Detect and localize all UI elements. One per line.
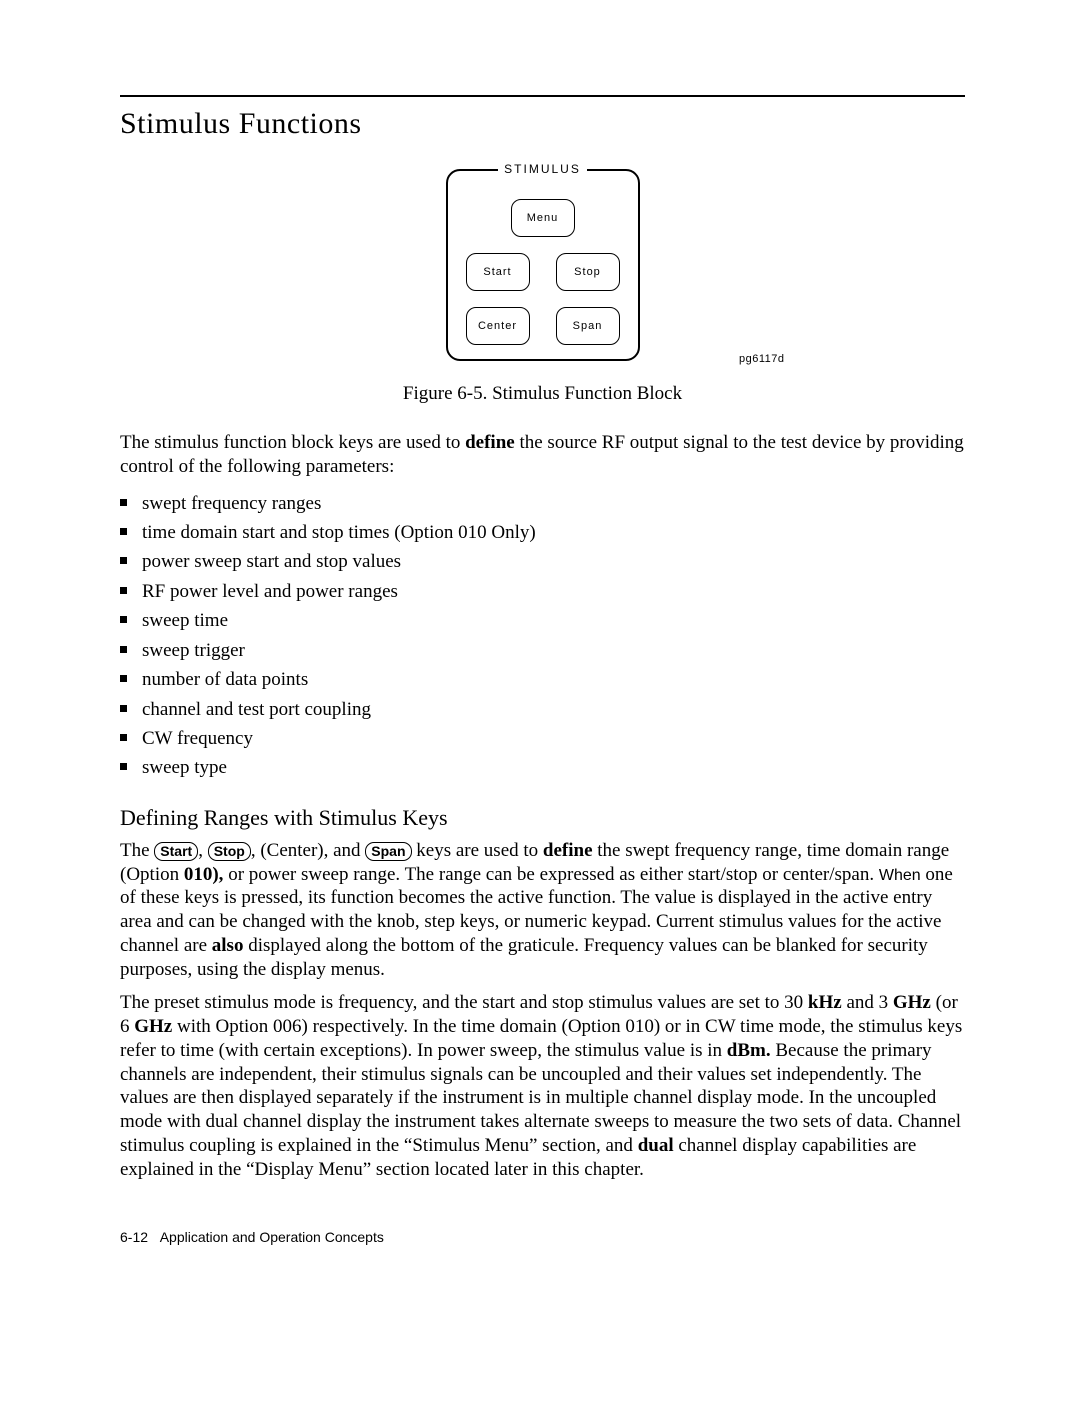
footer-section-label: Application and Operation Concepts [160,1229,384,1245]
start-keycap: Start [154,842,198,862]
key-row-1: Menu [466,199,620,237]
intro-text-a: The stimulus function block keys are use… [120,432,465,453]
document-page: Stimulus Functions STIMULUS Menu Start S… [0,0,1080,1305]
list-item: sweep type [120,753,965,782]
subsection-title: Defining Ranges with Stimulus Keys [120,805,965,831]
list-item: number of data points [120,665,965,694]
span-keycap: Span [365,842,411,862]
footer-page-number: 6-12 [120,1229,148,1245]
p2-a: The [120,840,154,861]
paragraph-2: The Start, Stop, (Center), and Span keys… [120,839,965,982]
p2-bold-also: also [212,935,244,956]
list-item: time domain start and stop times (Option… [120,518,965,547]
parameter-list: swept frequency ranges time domain start… [120,489,965,783]
p2-sans-when: When [879,867,921,884]
p3-b: and 3 [842,992,893,1013]
figure-id: pg6117d [739,353,785,365]
stop-keycap: Stop [208,842,251,862]
top-rule [120,95,965,97]
p3-a: The preset stimulus mode is frequency, a… [120,992,808,1013]
p3-bold-khz: kHz [808,992,842,1013]
page-footer: 6-12 Application and Operation Concepts [120,1229,965,1245]
key-row-3: Center Span [466,307,620,345]
p3-bold-ghz1: GHz [893,992,931,1013]
list-item: sweep time [120,606,965,635]
intro-paragraph: The stimulus function block keys are use… [120,431,965,479]
p2-bold-010: 010), [184,864,224,885]
stimulus-panel: STIMULUS Menu Start Stop Center Span [446,169,640,361]
p2-bold-define: define [543,840,593,861]
stop-key[interactable]: Stop [556,253,620,291]
p3-bold-dbm: dBm. [727,1040,771,1061]
p2-b: , [198,840,208,861]
list-item: CW frequency [120,724,965,753]
p3-bold-ghz2: GHz [134,1016,172,1037]
p2-f: or power sweep range. The range can be e… [223,864,878,885]
figure-caption: Figure 6-5. Stimulus Function Block [120,383,965,405]
list-item: sweep trigger [120,636,965,665]
center-key[interactable]: Center [466,307,530,345]
stimulus-panel-label: STIMULUS [448,162,638,176]
list-item: swept frequency ranges [120,489,965,518]
p2-c: , (Center), and [251,840,365,861]
span-key[interactable]: Span [556,307,620,345]
list-item: channel and test port coupling [120,695,965,724]
start-key[interactable]: Start [466,253,530,291]
figure-block: STIMULUS Menu Start Stop Center Span pg6… [120,169,965,365]
p3-bold-dual: dual [638,1135,674,1156]
stimulus-panel-label-text: STIMULUS [498,162,587,176]
list-item: RF power level and power ranges [120,577,965,606]
p2-d: keys are used to [412,840,543,861]
key-row-2: Start Stop [466,253,620,291]
paragraph-3: The preset stimulus mode is frequency, a… [120,991,965,1181]
menu-key[interactable]: Menu [511,199,575,237]
list-item: power sweep start and stop values [120,547,965,576]
page-title: Stimulus Functions [120,107,965,141]
intro-bold-define: define [465,432,515,453]
